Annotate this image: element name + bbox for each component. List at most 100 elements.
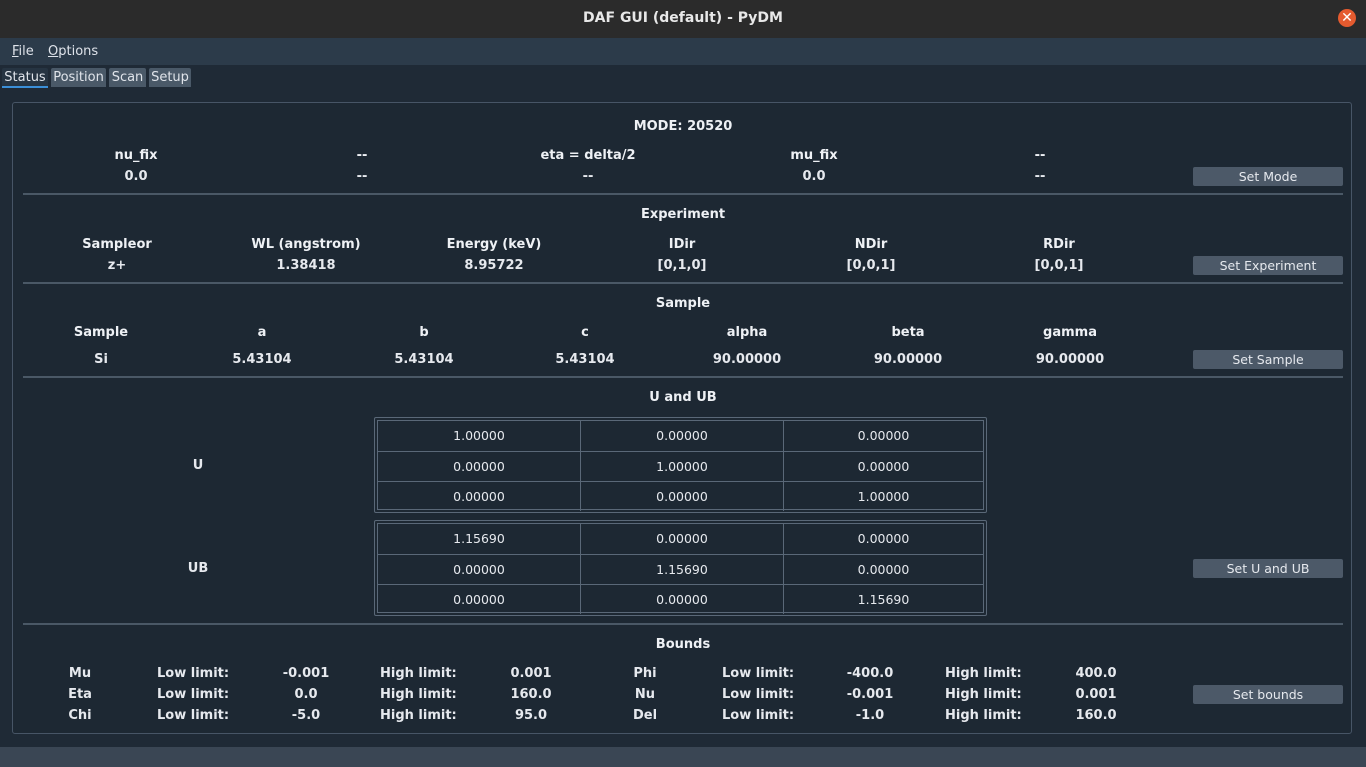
set-bounds-button[interactable]: Set bounds [1193,685,1343,704]
nu-low-limit[interactable]: -0.001 [847,687,894,702]
mode-header-1: nu_fix [114,148,158,163]
divider [23,282,1343,284]
divider [23,623,1343,625]
mode-value-2: -- [356,169,368,184]
u-cell-2-1[interactable]: 0.00000 [378,451,580,481]
bound-name-chi: Chi [68,708,92,723]
u-cell-2-2[interactable]: 1.00000 [580,451,783,481]
u-cell-3-3[interactable]: 1.00000 [783,481,983,511]
sample-header-5: alpha [726,325,768,340]
status-panel: MODE: 20520 nu_fix -- eta = delta/2 mu_f… [12,102,1352,734]
u-cell-1-1[interactable]: 1.00000 [378,421,580,451]
bound-name-del: Del [632,708,658,723]
high-limit-label: High limit: [380,708,457,723]
mode-value-3: -- [582,169,594,184]
experiment-value-6: [0,0,1] [1034,258,1084,273]
set-experiment-button[interactable]: Set Experiment [1193,256,1343,275]
mode-value-5: -- [1034,169,1046,184]
u-cell-1-2[interactable]: 0.00000 [580,421,783,451]
mode-header-5: -- [1034,148,1046,163]
ub-cell-3-2[interactable]: 0.00000 [580,584,783,614]
chi-high-limit[interactable]: 95.0 [515,708,547,723]
tab-scan[interactable]: Scan [109,68,146,87]
set-sample-button[interactable]: Set Sample [1193,350,1343,369]
sample-value-6: 90.00000 [873,352,943,367]
experiment-header-5: NDir [854,237,888,252]
bounds-title: Bounds [655,637,711,652]
menu-options-label: ptions [58,44,99,59]
mode-value-1: 0.0 [124,169,148,184]
mode-header-3: eta = delta/2 [540,148,636,163]
menu-options[interactable]: Options [48,44,98,59]
sample-value-5: 90.00000 [712,352,782,367]
bound-name-phi: Phi [633,666,657,681]
experiment-header-6: RDir [1043,237,1075,252]
ub-cell-2-2[interactable]: 1.15690 [580,554,783,584]
ub-cell-2-1[interactable]: 0.00000 [378,554,580,584]
ub-cell-1-2[interactable]: 0.00000 [580,524,783,554]
experiment-header-3: Energy (keV) [446,237,542,252]
set-mode-button[interactable]: Set Mode [1193,167,1343,186]
low-limit-label: Low limit: [157,666,230,681]
u-cell-1-3[interactable]: 0.00000 [783,421,983,451]
set-u-and-ub-button[interactable]: Set U and UB [1193,559,1343,578]
sample-header-6: beta [891,325,925,340]
phi-low-limit[interactable]: -400.0 [847,666,894,681]
u-cell-3-2[interactable]: 0.00000 [580,481,783,511]
low-limit-label: Low limit: [722,708,795,723]
mu-low-limit[interactable]: -0.001 [283,666,330,681]
tab-position[interactable]: Position [51,68,106,87]
phi-high-limit[interactable]: 400.0 [1075,666,1116,681]
sample-header-4: c [581,325,589,340]
menu-options-mnemonic: O [48,44,59,59]
low-limit-label: Low limit: [157,708,230,723]
bound-name-mu: Mu [68,666,92,681]
low-limit-label: Low limit: [157,687,230,702]
mode-header-4: mu_fix [790,148,838,163]
experiment-value-3: 8.95722 [464,258,524,273]
ub-matrix-label: UB [187,561,209,576]
chi-low-limit[interactable]: -5.0 [292,708,320,723]
eta-high-limit[interactable]: 160.0 [510,687,551,702]
low-limit-label: Low limit: [722,666,795,681]
tab-status[interactable]: Status [2,68,48,88]
ub-title: U and UB [649,390,717,405]
ub-cell-3-1[interactable]: 0.00000 [378,584,580,614]
u-cell-2-3[interactable]: 0.00000 [783,451,983,481]
mode-title: MODE: 20520 [633,119,733,134]
divider [23,376,1343,378]
mu-high-limit[interactable]: 0.001 [510,666,551,681]
experiment-header-2: WL (angstrom) [251,237,361,252]
experiment-value-4: [0,1,0] [657,258,707,273]
experiment-header-1: Sampleor [82,237,152,252]
del-low-limit[interactable]: -1.0 [856,708,884,723]
sample-value-7: 90.00000 [1035,352,1105,367]
sample-value-3: 5.43104 [394,352,454,367]
ub-cell-1-1[interactable]: 1.15690 [378,524,580,554]
sample-header-2: a [257,325,267,340]
sample-value-2: 5.43104 [232,352,292,367]
u-matrix-label: U [192,458,204,473]
high-limit-label: High limit: [945,666,1022,681]
ub-cell-2-3[interactable]: 0.00000 [783,554,983,584]
status-bar [0,747,1366,767]
eta-low-limit[interactable]: 0.0 [294,687,317,702]
mode-value-4: 0.0 [802,169,826,184]
menu-file[interactable]: File [12,44,34,59]
u-cell-3-1[interactable]: 0.00000 [378,481,580,511]
del-high-limit[interactable]: 160.0 [1075,708,1116,723]
tab-setup[interactable]: Setup [149,68,191,87]
ub-cell-1-3[interactable]: 0.00000 [783,524,983,554]
experiment-value-5: [0,0,1] [846,258,896,273]
close-icon[interactable]: ✕ [1338,9,1356,27]
high-limit-label: High limit: [945,708,1022,723]
bound-name-eta: Eta [68,687,92,702]
window-title: DAF GUI (default) - PyDM [583,10,783,26]
nu-high-limit[interactable]: 0.001 [1075,687,1116,702]
menu-file-label: ile [18,44,34,59]
low-limit-label: Low limit: [722,687,795,702]
bound-name-nu: Nu [634,687,656,702]
ub-cell-3-3[interactable]: 1.15690 [783,584,983,614]
sample-title: Sample [655,296,711,311]
high-limit-label: High limit: [380,687,457,702]
